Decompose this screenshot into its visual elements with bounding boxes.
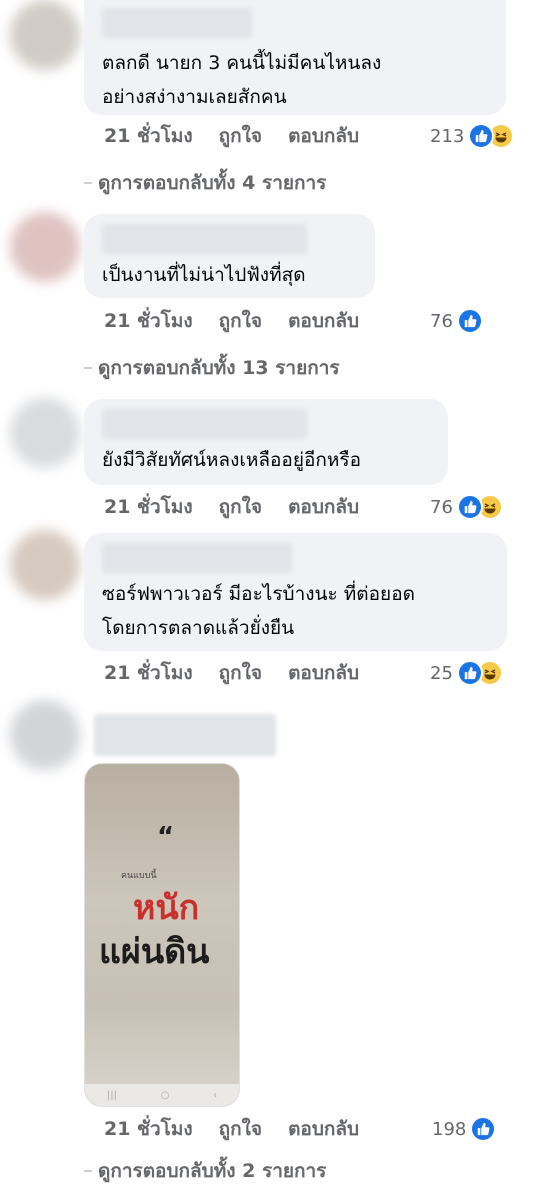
timestamp[interactable]: 21 ชั่วโมง xyxy=(104,121,193,151)
timestamp[interactable]: 21 ชั่วโมง xyxy=(104,492,193,522)
like-icon xyxy=(470,1116,497,1142)
comment-actions: 21 ชั่วโมง ถูกใจ ตอบกลับ xyxy=(104,1114,385,1144)
comment: ซอร์ฟพาวเวอร์ มีอะไรบ้างนะ ที่ต่อยอด โดย… xyxy=(84,533,507,651)
comment-photo[interactable]: “ คนแบบนี้ หนัก แผ่นดิน ||| ○ ‹ xyxy=(84,763,240,1107)
reply-button[interactable]: ตอบกลับ xyxy=(288,121,359,151)
comment: เป็นงานที่ไม่น่าไปฟังที่สุด xyxy=(84,214,375,298)
reply-button[interactable]: ตอบกลับ xyxy=(288,658,359,688)
timestamp[interactable]: 21 ชั่วโมง xyxy=(104,658,193,688)
like-icon xyxy=(456,308,483,334)
view-replies-label: ดูการตอบกลับทั้ง 4 รายการ xyxy=(98,172,327,194)
reply-connector xyxy=(84,367,92,369)
like-button[interactable]: ถูกใจ xyxy=(219,658,262,688)
avatar[interactable] xyxy=(10,398,80,468)
comment-actions: 21 ชั่วโมง ถูกใจ ตอบกลับ xyxy=(104,121,385,151)
reaction-count: 76 xyxy=(430,496,453,518)
avatar[interactable] xyxy=(10,530,80,600)
like-icon xyxy=(468,123,495,149)
reply-connector xyxy=(84,182,92,184)
comment-actions: 21 ชั่วโมง ถูกใจ ตอบกลับ xyxy=(104,306,385,336)
reactions[interactable]: 213 xyxy=(430,121,515,151)
reply-button[interactable]: ตอบกลับ xyxy=(288,1114,359,1144)
comment-text: ซอร์ฟพาวเวอร์ มีอะไรบ้างนะ ที่ต่อยอด โดย… xyxy=(102,583,415,639)
comment-bubble: ตลกดี นายก 3 คนนี้ไม่มีคนไหนลง อย่างสง่า… xyxy=(84,0,506,115)
reply-button[interactable]: ตอบกลับ xyxy=(288,306,359,336)
author-name[interactable] xyxy=(102,409,307,439)
like-icon xyxy=(456,660,483,686)
comment-text: ยังมีวิสัยทัศน์หลงเหลืออยู่อีกหรือ xyxy=(102,449,362,471)
photo-nav-bar: ||| ○ ‹ xyxy=(85,1084,239,1106)
reaction-count: 76 xyxy=(430,310,453,332)
reaction-count: 198 xyxy=(432,1118,467,1140)
photo-quote-mark: “ xyxy=(157,822,175,852)
comment-bubble: ซอร์ฟพาวเวอร์ มีอะไรบ้างนะ ที่ต่อยอด โดย… xyxy=(84,533,507,651)
like-icon xyxy=(456,494,483,520)
comment: ยังมีวิสัยทัศน์หลงเหลืออยู่อีกหรือ xyxy=(84,399,448,485)
view-replies-link[interactable]: ดูการตอบกลับทั้ง 13 รายการ xyxy=(84,353,340,383)
author-name[interactable] xyxy=(102,8,252,38)
reply-connector xyxy=(84,1170,92,1172)
timestamp[interactable]: 21 ชั่วโมง xyxy=(104,306,193,336)
view-replies-label: ดูการตอบกลับทั้ง 2 รายการ xyxy=(98,1160,327,1182)
comment-text: ตลกดี นายก 3 คนนี้ไม่มีคนไหนลง อย่างสง่า… xyxy=(102,52,382,108)
author-name[interactable] xyxy=(102,543,292,573)
back-icon: ‹ xyxy=(213,1089,218,1101)
reactions[interactable]: 198 xyxy=(432,1114,497,1144)
reactions[interactable]: 25 xyxy=(430,658,503,688)
reactions[interactable]: 76 xyxy=(430,492,503,522)
comment-actions: 21 ชั่วโมง ถูกใจ ตอบกลับ xyxy=(104,492,385,522)
comment-bubble: ยังมีวิสัยทัศน์หลงเหลืออยู่อีกหรือ xyxy=(84,399,448,485)
reaction-count: 213 xyxy=(430,125,465,147)
menu-icon: ||| xyxy=(106,1089,117,1101)
reply-button[interactable]: ตอบกลับ xyxy=(288,492,359,522)
avatar[interactable] xyxy=(10,0,80,70)
author-name[interactable] xyxy=(102,224,307,254)
like-button[interactable]: ถูกใจ xyxy=(219,121,262,151)
view-replies-label: ดูการตอบกลับทั้ง 13 รายการ xyxy=(98,357,340,379)
avatar[interactable] xyxy=(10,700,80,770)
like-button[interactable]: ถูกใจ xyxy=(219,492,262,522)
timestamp[interactable]: 21 ชั่วโมง xyxy=(104,1114,193,1144)
view-replies-link[interactable]: ดูการตอบกลับทั้ง 4 รายการ xyxy=(84,168,326,198)
reaction-count: 25 xyxy=(430,662,453,684)
like-button[interactable]: ถูกใจ xyxy=(219,306,262,336)
photo-black-text: แผ่นดิน xyxy=(99,932,210,972)
avatar[interactable] xyxy=(10,212,80,282)
author-name[interactable] xyxy=(94,714,276,756)
reactions[interactable]: 76 xyxy=(430,306,483,336)
like-button[interactable]: ถูกใจ xyxy=(219,1114,262,1144)
comment-bubble: เป็นงานที่ไม่น่าไปฟังที่สุด xyxy=(84,214,375,298)
comment-text: เป็นงานที่ไม่น่าไปฟังที่สุด xyxy=(102,264,306,286)
home-icon: ○ xyxy=(160,1089,170,1101)
comment: ตลกดี นายก 3 คนนี้ไม่มีคนไหนลง อย่างสง่า… xyxy=(84,0,506,115)
view-replies-link[interactable]: ดูการตอบกลับทั้ง 2 รายการ xyxy=(84,1156,326,1186)
comment-actions: 21 ชั่วโมง ถูกใจ ตอบกลับ xyxy=(104,658,385,688)
